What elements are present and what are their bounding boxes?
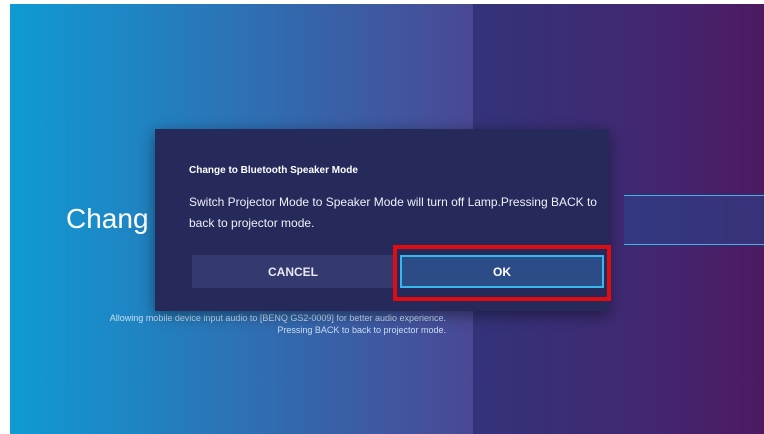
dialog-message: Switch Projector Mode to Speaker Mode wi… — [189, 195, 597, 230]
ok-button[interactable]: OK — [400, 255, 604, 288]
background-page-title: Chang — [66, 203, 149, 234]
background-selection-band — [624, 195, 764, 245]
background-description-line-1: Allowing mobile device input audio to [B… — [109, 313, 446, 323]
dialog-title: Change to Bluetooth Speaker Mode — [189, 165, 358, 176]
speaker-mode-dialog: Change to Bluetooth Speaker Mode Switch … — [155, 129, 609, 311]
cancel-button[interactable]: CANCEL — [192, 255, 394, 288]
background-description: Allowing mobile device input audio to [B… — [50, 312, 446, 336]
background-description-line-2: Pressing BACK to back to projector mode. — [277, 325, 446, 335]
